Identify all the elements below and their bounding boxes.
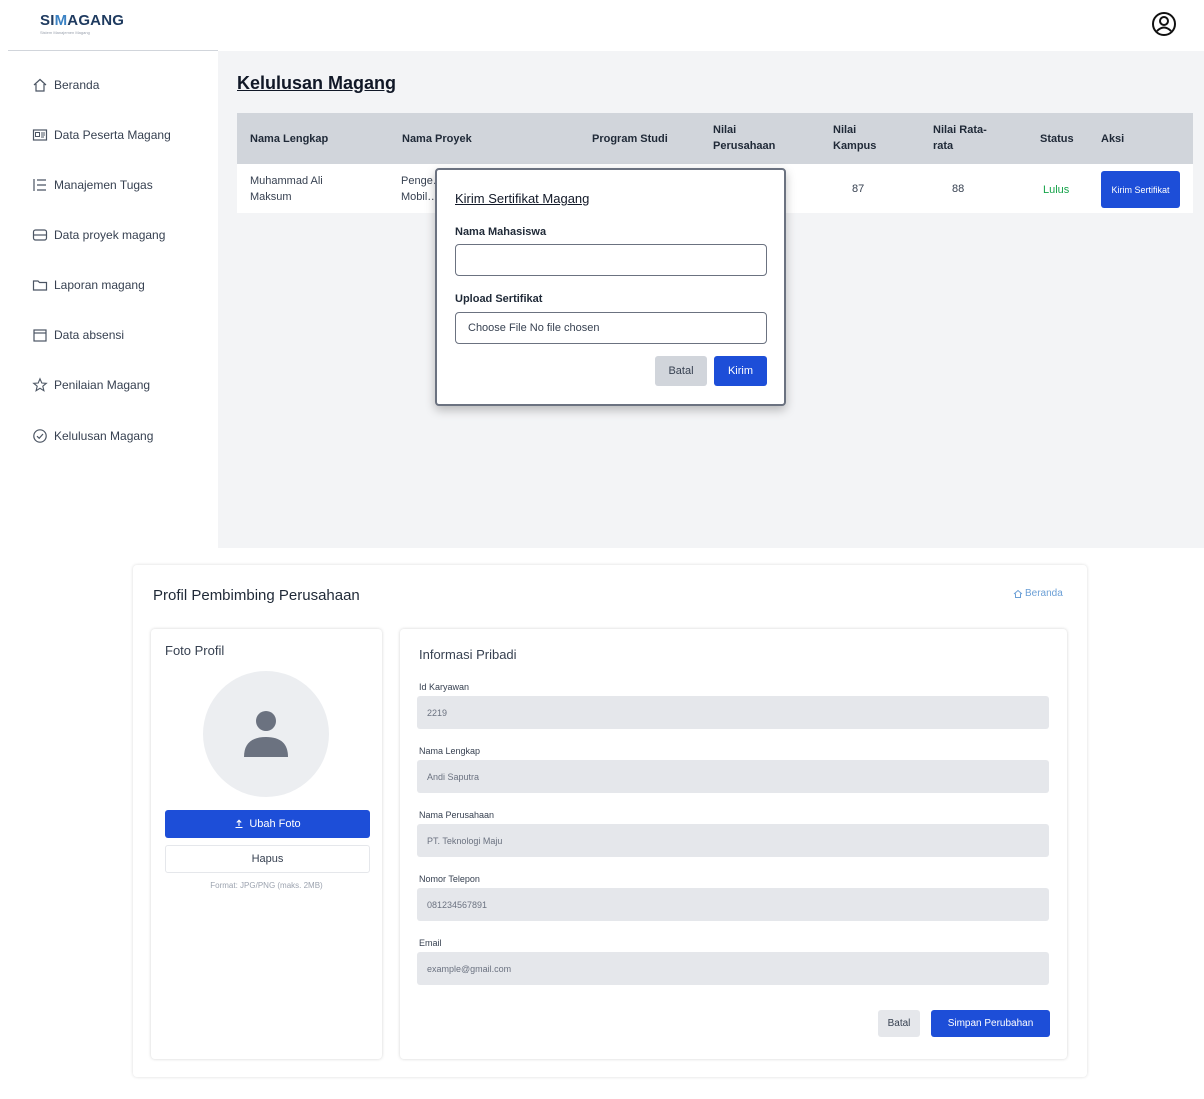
sidebar-item-label: Beranda bbox=[54, 78, 100, 92]
sidebar-item-laporan[interactable]: Laporan magang bbox=[32, 275, 145, 295]
page-title: Profil Pembimbing Perusahaan bbox=[153, 587, 360, 604]
column-header: Aksi bbox=[1101, 133, 1125, 145]
send-button[interactable]: Kirim bbox=[714, 356, 767, 386]
sidebar-item-data-peserta[interactable]: Data Peserta Magang bbox=[32, 125, 171, 145]
star-icon bbox=[32, 377, 48, 392]
sidebar-item-label: Data proyek magang bbox=[54, 228, 166, 242]
table-header: Nama Lengkap Nama Proyek Program Studi N… bbox=[237, 113, 1193, 164]
beranda-link-label: Beranda bbox=[1025, 588, 1063, 599]
home-icon bbox=[33, 78, 47, 92]
cancel-button[interactable]: Batal bbox=[878, 1010, 920, 1037]
app-logo[interactable]: SIMAGANG Sistem Manajemen Magang bbox=[40, 12, 124, 35]
sidebar-item-label: Kelulusan Magang bbox=[54, 429, 154, 443]
home-icon bbox=[1013, 589, 1023, 598]
list-icon bbox=[33, 179, 46, 191]
sidebar: Beranda Data Peserta Magang Manajemen Tu… bbox=[0, 51, 218, 548]
cell-nama: Muhammad Ali Maksum bbox=[250, 175, 323, 203]
kirim-sertifikat-button[interactable]: Kirim Sertifikat bbox=[1101, 171, 1180, 208]
sidebar-item-data-absensi[interactable]: Data absensi bbox=[32, 325, 124, 345]
email-field[interactable]: example@gmail.com bbox=[417, 952, 1049, 985]
sidebar-item-label: Laporan magang bbox=[54, 278, 145, 292]
field-label: Nama Perusahaan bbox=[419, 810, 495, 820]
nama-lengkap-field[interactable]: Andi Saputra bbox=[417, 760, 1049, 793]
nomor-telepon-field[interactable]: 081234567891 bbox=[417, 888, 1049, 921]
field-label: Id Karyawan bbox=[419, 682, 470, 692]
save-button[interactable]: Simpan Perubahan bbox=[931, 1010, 1050, 1037]
column-header: Nilai Rata-rata bbox=[933, 124, 987, 152]
field-label: Nama Lengkap bbox=[419, 746, 481, 756]
top-bar: SIMAGANG Sistem Manajemen Magang bbox=[0, 0, 1204, 50]
sidebar-item-label: Data absensi bbox=[54, 328, 125, 342]
page-title: Kelulusan Magang bbox=[237, 73, 397, 93]
calendar-icon bbox=[33, 329, 47, 342]
sidebar-item-label: Penilaian Magang bbox=[54, 378, 151, 392]
column-header: Nilai Kampus bbox=[833, 124, 877, 152]
database-icon bbox=[32, 229, 48, 241]
cell-nilai-kampus: 87 bbox=[852, 183, 865, 195]
sidebar-item-beranda[interactable]: Beranda bbox=[32, 75, 99, 95]
sidebar-item-manajemen-tugas[interactable]: Manajemen Tugas bbox=[32, 175, 153, 195]
modal-title: Kirim Sertifikat Magang bbox=[455, 191, 590, 206]
nama-perusahaan-field[interactable]: PT. Teknologi Maju bbox=[417, 824, 1049, 857]
field-label: Nomor Telepon bbox=[419, 874, 480, 884]
field-label: Email bbox=[419, 938, 442, 948]
column-header: Nilai Perusahaan bbox=[713, 124, 776, 152]
change-photo-button[interactable]: Ubah Foto bbox=[165, 810, 370, 838]
nama-mahasiswa-label: Nama Mahasiswa bbox=[455, 226, 547, 238]
sidebar-item-label: Manajemen Tugas bbox=[54, 178, 153, 192]
user-circle-icon[interactable] bbox=[1151, 11, 1177, 37]
info-card: Informasi Pribadi Id Karyawan 2219 Nama … bbox=[400, 629, 1067, 1059]
upload-sertifikat-label: Upload Sertifikat bbox=[455, 293, 543, 305]
cancel-button[interactable]: Batal bbox=[655, 356, 707, 386]
column-header: Nama Proyek bbox=[402, 133, 472, 145]
avatar bbox=[203, 671, 329, 797]
column-header: Program Studi bbox=[592, 133, 668, 145]
cell-nilai-rata: 88 bbox=[952, 183, 965, 195]
check-circle-icon bbox=[33, 429, 47, 443]
delete-photo-button[interactable]: Hapus bbox=[165, 845, 370, 873]
id-karyawan-field[interactable]: 2219 bbox=[417, 696, 1049, 729]
column-header: Nama Lengkap bbox=[250, 133, 329, 145]
column-header: Status bbox=[1040, 133, 1074, 145]
cell-proyek: Penge… Mobil… bbox=[401, 175, 435, 203]
kirim-sertifikat-modal: Kirim Sertifikat Magang Nama Mahasiswa U… bbox=[435, 168, 786, 406]
upload-icon bbox=[235, 819, 243, 829]
id-card-icon bbox=[32, 129, 48, 141]
file-input[interactable]: Choose File No file chosen bbox=[455, 312, 767, 344]
beranda-link[interactable]: Beranda bbox=[1013, 588, 1063, 599]
sidebar-item-label: Data Peserta Magang bbox=[54, 128, 171, 142]
change-photo-label: Ubah Foto bbox=[249, 818, 301, 830]
card-title: Foto Profil bbox=[165, 643, 225, 658]
person-icon bbox=[244, 711, 288, 757]
nama-mahasiswa-input[interactable] bbox=[455, 244, 767, 276]
folder-icon bbox=[32, 280, 48, 291]
sidebar-item-kelulusan[interactable]: Kelulusan Magang bbox=[32, 426, 153, 446]
status-badge: Lulus bbox=[1043, 184, 1070, 196]
photo-card: Foto Profil Ubah Foto Hapus Format: JPG/… bbox=[151, 629, 382, 1059]
format-note: Format: JPG/PNG (maks. 2MB) bbox=[210, 881, 323, 890]
profile-page: Profil Pembimbing Perusahaan Beranda Fot… bbox=[133, 565, 1087, 1077]
logo-subtitle: Sistem Manajemen Magang bbox=[40, 30, 90, 35]
sidebar-item-penilaian[interactable]: Penilaian Magang bbox=[32, 375, 150, 395]
sidebar-item-data-proyek[interactable]: Data proyek magang bbox=[32, 225, 165, 245]
card-title: Informasi Pribadi bbox=[419, 647, 517, 662]
logo-text: SIMAGANG bbox=[40, 12, 125, 29]
